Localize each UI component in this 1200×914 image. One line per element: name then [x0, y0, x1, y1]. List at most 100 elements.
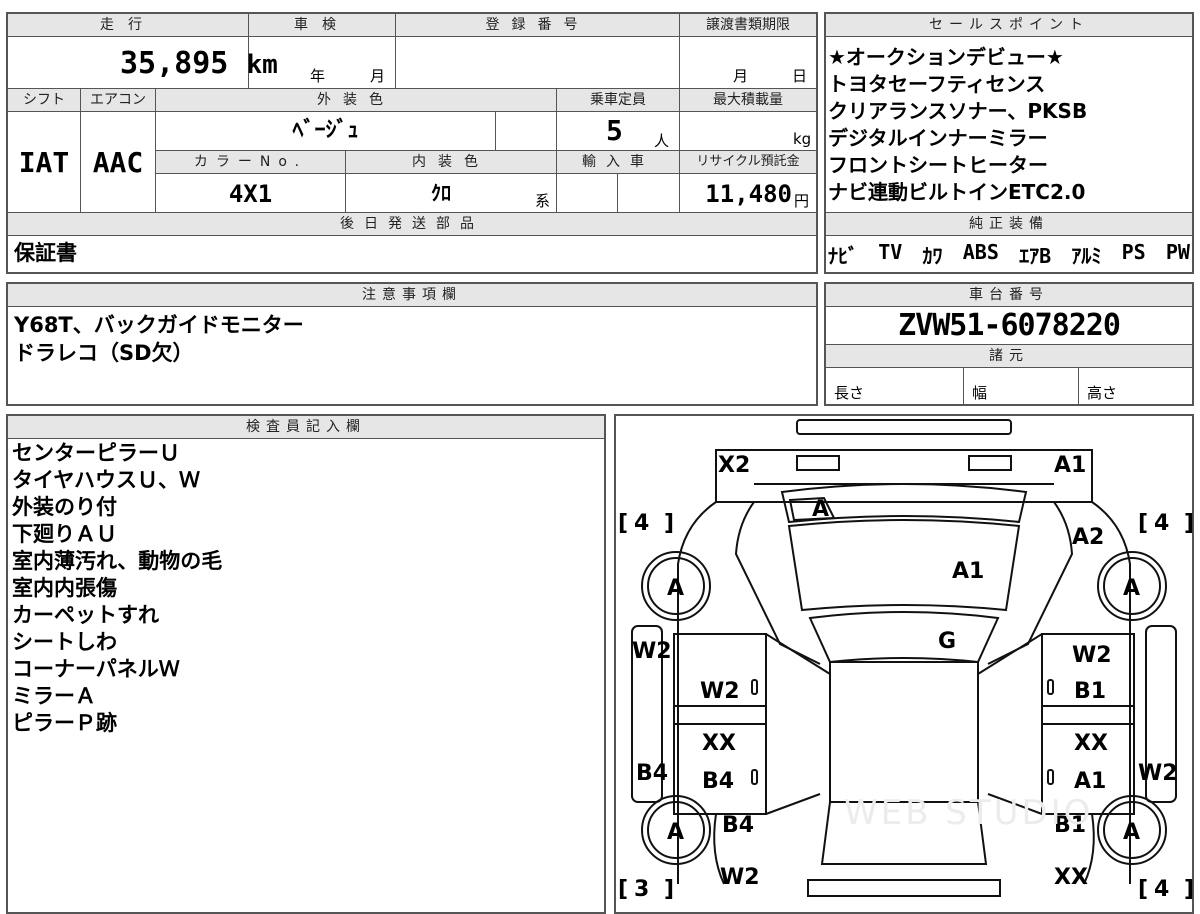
capacity-value: 5 — [606, 114, 623, 147]
svg-text:]: ] — [664, 877, 674, 900]
mark-w2-right-fender: W2 — [1072, 643, 1112, 668]
spec-length: 長さ — [834, 384, 865, 402]
exterior-color-value: ﾍﾞｰｼﾞｭ — [292, 118, 359, 143]
mark-a1-hood: A1 — [952, 559, 984, 584]
svg-text:]: ] — [1184, 877, 1194, 900]
inspector-line: ピラーＰ跡 — [12, 711, 117, 735]
transfer-month: 月 — [733, 67, 749, 85]
sales-point-item: ナビ連動ビルトインETC2.0 — [828, 180, 1086, 204]
mark-a1-top: A1 — [1054, 453, 1086, 478]
notes-header: 注意事項欄 — [8, 284, 816, 306]
mileage-value: 35,895 km — [120, 46, 278, 81]
mark-w2-left-fender: W2 — [632, 639, 672, 664]
inspector-line: ミラーＡ — [12, 684, 96, 708]
inspector-lines: センターピラーＵ タイヤハウスＵ、Ｗ 外装のり付 下廻りＡＵ 室内薄汚れ、動物の… — [12, 440, 222, 737]
equipment-item: PS — [1121, 240, 1146, 264]
car-diagram: [] [] [] [] 4 4 3 4 X2 A1 A A2 A1 G A A … — [618, 419, 1194, 900]
mark-wheel-fr: A — [1123, 576, 1140, 601]
chassis-header: 車台番号 — [826, 284, 1192, 306]
equipment-item: PW — [1165, 240, 1190, 264]
equipment-header: 純正装備 — [826, 213, 1192, 235]
equipment-item: ｱﾙﾐ — [1071, 244, 1102, 268]
inspector-line: コーナーパネルＷ — [12, 657, 180, 681]
later-parts-value: 保証書 — [14, 241, 77, 265]
svg-text:[: [ — [618, 511, 628, 536]
mark-xx-left-rear-door: XX — [702, 731, 736, 756]
equipment-item: ｶﾜ — [922, 244, 943, 268]
tire-fl: 4 — [634, 511, 649, 536]
sales-point-header: セールスポイント — [826, 14, 1192, 36]
mark-b4-left-side: B4 — [636, 761, 668, 786]
notes-line: ドラレコ（SD欠） — [14, 341, 194, 365]
recycle-label: リサイクル預託金 — [696, 154, 800, 169]
mark-b1-right-front-door: B1 — [1074, 679, 1106, 704]
chassis-number: ZVW51-6078220 — [898, 308, 1121, 343]
sales-point-item: フロントシートヒーター — [828, 153, 1048, 177]
mark-a2-right: A2 — [1072, 525, 1104, 550]
equipment-item: ｴｱB — [1019, 244, 1052, 268]
mileage-label: 走行 — [100, 17, 156, 33]
shift-label: シフト — [23, 92, 65, 108]
inspector-line: 下廻りＡＵ — [12, 522, 117, 546]
mark-b4-left-rear-door: B4 — [702, 769, 734, 794]
inspector-line: カーペットすれ — [12, 603, 159, 627]
sales-point-item: ★オークションデビュー★ — [828, 45, 1064, 69]
sales-point-item: クリアランスソナー、PKSB — [828, 99, 1088, 123]
transfer-day: 日 — [792, 67, 808, 85]
inspection-year: 年 — [310, 67, 326, 85]
import-label: 輸入車 — [582, 154, 654, 170]
tire-rr: 4 — [1154, 877, 1169, 900]
inspection-month: 月 — [370, 67, 386, 85]
tire-rl: 3 — [634, 877, 649, 900]
equipment-item: ﾅﾋﾞ — [828, 244, 858, 268]
notes-line: Y68T、バックガイドモニター — [14, 313, 304, 337]
svg-text:[: [ — [1138, 877, 1148, 900]
spec-height: 高さ — [1087, 384, 1118, 402]
inspector-header: 検査員記入欄 — [8, 416, 604, 438]
inspector-line: タイヤハウスＵ、Ｗ — [12, 468, 200, 492]
sales-point-list: ★オークションデビュー★ トヨタセーフティセンス クリアランスソナー、PKSB … — [828, 44, 1190, 206]
interior-color-label: 内装色 — [412, 154, 490, 170]
equipment-list: ﾅﾋﾞ TV ｶﾜ ABS ｴｱB ｱﾙﾐ PS PW — [828, 240, 1190, 269]
mark-g-roof: G — [938, 629, 956, 654]
interior-color-suffix: 系 — [535, 192, 551, 210]
mark-wheel-rl: A — [667, 820, 684, 845]
inspector-line: 室内薄汚れ、動物の毛 — [12, 549, 223, 573]
sales-point-item: デジタルインナーミラー — [828, 126, 1048, 150]
recycle-value: 11,480 — [705, 180, 792, 208]
shift-value: IAT — [18, 146, 70, 179]
mark-xx-right-rear: XX — [1054, 865, 1088, 890]
capacity-label: 乗車定員 — [590, 92, 646, 108]
tire-fr: 4 — [1154, 511, 1169, 536]
aircon-label: エアコン — [90, 92, 146, 108]
svg-text:[: [ — [1138, 511, 1148, 536]
max-load-unit: kg — [793, 130, 812, 148]
inspection-label: 車検 — [294, 17, 350, 33]
exterior-color-label: 外装色 — [317, 92, 395, 108]
color-no-label: カラーNo. — [193, 154, 308, 170]
equipment-item: ABS — [962, 240, 999, 264]
inspector-line: 室内内張傷 — [12, 576, 117, 600]
inspector-line: シートしわ — [12, 630, 117, 654]
later-parts-label: 後日発送部品 — [340, 216, 484, 232]
mark-w2-right-side: W2 — [1138, 761, 1178, 786]
mark-x2: X2 — [718, 453, 750, 478]
mark-a1-right-rear-door: A1 — [1074, 769, 1106, 794]
svg-text:]: ] — [1184, 511, 1194, 536]
aircon-value: AAC — [92, 146, 144, 179]
transfer-label: 譲渡書類期限 — [706, 17, 790, 33]
sales-point-item: トヨタセーフティセンス — [828, 72, 1046, 96]
mark-wheel-fl: A — [667, 576, 684, 601]
mark-wheel-rr: A — [1123, 820, 1140, 845]
recycle-unit: 円 — [794, 192, 810, 210]
watermark: WEB STUDIO — [844, 793, 1093, 833]
mark-a-windshield: A — [812, 497, 829, 522]
svg-text:[: [ — [618, 877, 628, 900]
max-load-label: 最大積載量 — [713, 92, 783, 108]
spec-width: 幅 — [972, 384, 988, 402]
svg-text:]: ] — [664, 511, 674, 536]
interior-color-value: ｸﾛ — [431, 181, 451, 205]
spec-header: 諸元 — [826, 345, 1192, 367]
registration-label: 登録番号 — [485, 17, 590, 33]
inspector-line: センターピラーＵ — [12, 441, 180, 465]
